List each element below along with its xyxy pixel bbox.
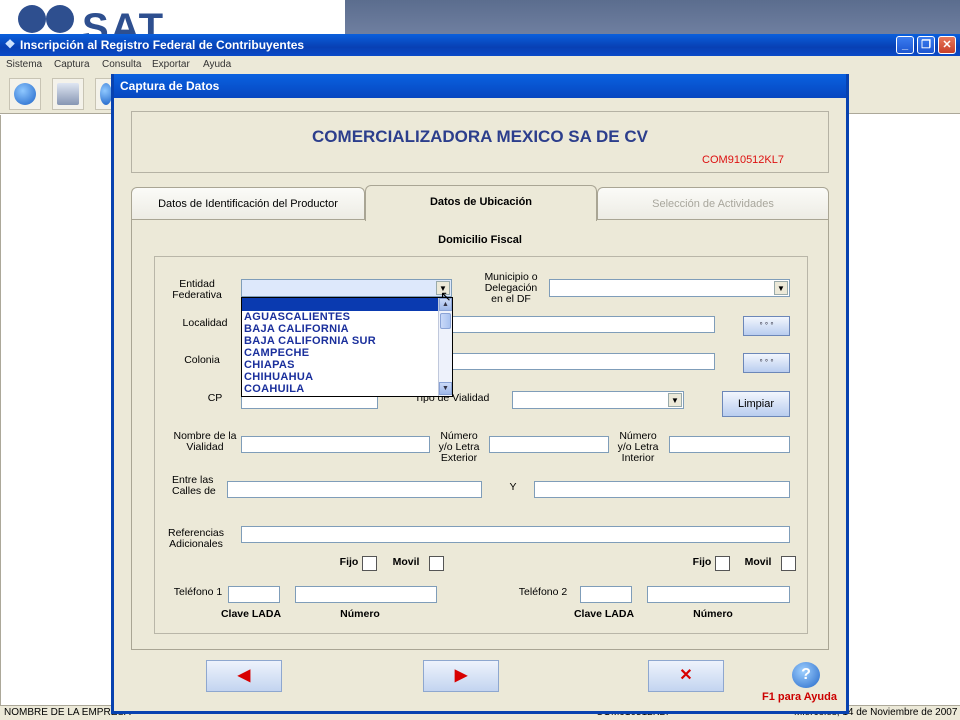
menubar: Sistema Captura Consulta Exportar Ayuda: [0, 56, 960, 74]
num-interior-input[interactable]: [669, 436, 790, 453]
next-button[interactable]: ▶: [423, 660, 499, 692]
menu-consulta[interactable]: Consulta: [102, 59, 141, 70]
nombre-vialidad-input[interactable]: [241, 436, 430, 453]
label-movil-1: Movil: [392, 556, 420, 568]
dropdown-option[interactable]: BAJA CALIFORNIA: [242, 323, 452, 335]
cancel-button[interactable]: ✕: [648, 660, 724, 692]
power-icon: [14, 83, 36, 105]
help-label: F1 para Ayuda: [762, 691, 837, 703]
label-clave-lada-1: Clave LADA: [220, 608, 282, 620]
company-name: COMERCIALIZADORA MEXICO SA DE CV: [312, 127, 648, 146]
telefono1-lada-input[interactable]: [228, 586, 280, 603]
label-telefono-1: Teléfono 1: [173, 586, 223, 598]
tab-identificacion[interactable]: Datos de Identificación del Productor: [131, 187, 365, 221]
label-colonia: Colonia: [184, 354, 220, 366]
entidad-select[interactable]: ▼: [241, 279, 452, 297]
sat-logo-dot-left: [18, 5, 46, 33]
main-window-title: Inscripción al Registro Federal de Contr…: [20, 38, 305, 52]
toolbar-power-button[interactable]: [9, 78, 41, 110]
fijo-checkbox-2[interactable]: [715, 556, 730, 571]
previous-button[interactable]: ◀: [206, 660, 282, 692]
close-window-button[interactable]: ✕: [938, 36, 956, 54]
restore-button[interactable]: ❐: [917, 36, 935, 54]
tab-ubicacion[interactable]: Datos de Ubicación: [365, 185, 597, 221]
label-cp: CP: [207, 392, 223, 404]
label-clave-lada-2: Clave LADA: [573, 608, 635, 620]
dropdown-option[interactable]: CHIHUAHUA: [242, 371, 452, 383]
label-localidad: Localidad: [182, 317, 228, 329]
label-entre-calles: Entre las Calles de: [172, 474, 216, 497]
dropdown-option[interactable]: CHIAPAS: [242, 359, 452, 371]
localidad-input[interactable]: [452, 316, 715, 333]
menu-exportar[interactable]: Exportar: [152, 59, 190, 70]
company-header: COMERCIALIZADORA MEXICO SA DE CV COM9105…: [131, 111, 829, 173]
dropdown-option[interactable]: AGUASCALIENTES: [242, 311, 452, 323]
company-rfc: COM910512KL7: [702, 154, 784, 166]
section-title: Domicilio Fiscal: [438, 234, 522, 246]
chevron-down-icon[interactable]: ▼: [774, 281, 788, 295]
colonia-input[interactable]: [452, 353, 715, 370]
arrow-right-icon: ▶: [454, 667, 468, 684]
dropdown-option[interactable]: CAMPECHE: [242, 347, 452, 359]
help-icon[interactable]: ?: [792, 662, 820, 688]
movil-checkbox-2[interactable]: [781, 556, 796, 571]
scroll-thumb[interactable]: [440, 313, 451, 329]
banner-gradient: [345, 0, 960, 34]
label-movil-2: Movil: [744, 556, 772, 568]
label-fijo-1: Fijo: [339, 556, 359, 568]
label-municipio: Municipio o Delegación en el DF: [484, 271, 538, 305]
close-icon: ✕: [679, 667, 693, 684]
dropdown-option[interactable]: COAHUILA: [242, 383, 452, 395]
label-numero-2: Número: [693, 608, 733, 620]
entre-calles-input[interactable]: [227, 481, 482, 498]
localidad-lookup-button[interactable]: ° ° °: [743, 316, 790, 336]
dropdown-selected-blank[interactable]: [242, 298, 452, 311]
app-icon: ❖: [4, 37, 16, 51]
referencias-input[interactable]: [241, 526, 790, 543]
telefono2-lada-input[interactable]: [580, 586, 632, 603]
telefono1-numero-input[interactable]: [295, 586, 437, 603]
scroll-down-icon[interactable]: ▼: [439, 382, 452, 395]
monitor-icon: [57, 83, 79, 105]
menu-ayuda[interactable]: Ayuda: [203, 59, 231, 70]
mouse-cursor-icon: ↖: [440, 288, 452, 304]
label-num-interior: Número y/o Letra Interior: [617, 430, 659, 464]
fijo-checkbox-1[interactable]: [362, 556, 377, 571]
label-nombre-vialidad: Nombre de la Vialidad: [173, 430, 237, 453]
entidad-dropdown-list[interactable]: AGUASCALIENTES BAJA CALIFORNIA BAJA CALI…: [241, 297, 453, 397]
dialog-title: Captura de Datos: [114, 74, 846, 98]
main-window-titlebar: ❖ Inscripción al Registro Federal de Con…: [0, 34, 960, 56]
dropdown-scrollbar[interactable]: ▲ ▼: [438, 298, 452, 396]
colonia-lookup-button[interactable]: ° ° °: [743, 353, 790, 373]
label-referencias: Referencias Adicionales: [167, 527, 225, 550]
sat-banner: SAT: [0, 0, 960, 34]
menu-sistema[interactable]: Sistema: [6, 59, 42, 70]
label-telefono-2: Teléfono 2: [518, 586, 568, 598]
label-numero-1: Número: [340, 608, 380, 620]
tipo-vialidad-select[interactable]: ▼: [512, 391, 684, 409]
limpiar-button[interactable]: Limpiar: [722, 391, 790, 417]
telefono2-numero-input[interactable]: [647, 586, 790, 603]
tab-actividades[interactable]: Selección de Actividades: [597, 187, 829, 221]
entre-calles-y-input[interactable]: [534, 481, 790, 498]
chevron-down-icon[interactable]: ▼: [668, 393, 682, 407]
label-entidad: Entidad Federativa: [172, 278, 222, 301]
municipio-select[interactable]: ▼: [549, 279, 790, 297]
arrow-left-icon: ◀: [237, 667, 251, 684]
num-exterior-input[interactable]: [489, 436, 609, 453]
sat-logo-text: SAT: [82, 8, 166, 34]
label-y: Y: [509, 481, 517, 493]
movil-checkbox-1[interactable]: [429, 556, 444, 571]
sat-logo-dot-right: [46, 5, 74, 33]
minimize-button[interactable]: _: [896, 36, 914, 54]
toolbar-sat-button[interactable]: [52, 78, 84, 110]
dropdown-option[interactable]: BAJA CALIFORNIA SUR: [242, 335, 452, 347]
menu-captura[interactable]: Captura: [54, 59, 90, 70]
label-fijo-2: Fijo: [692, 556, 712, 568]
label-num-exterior: Número y/o Letra Exterior: [438, 430, 480, 464]
